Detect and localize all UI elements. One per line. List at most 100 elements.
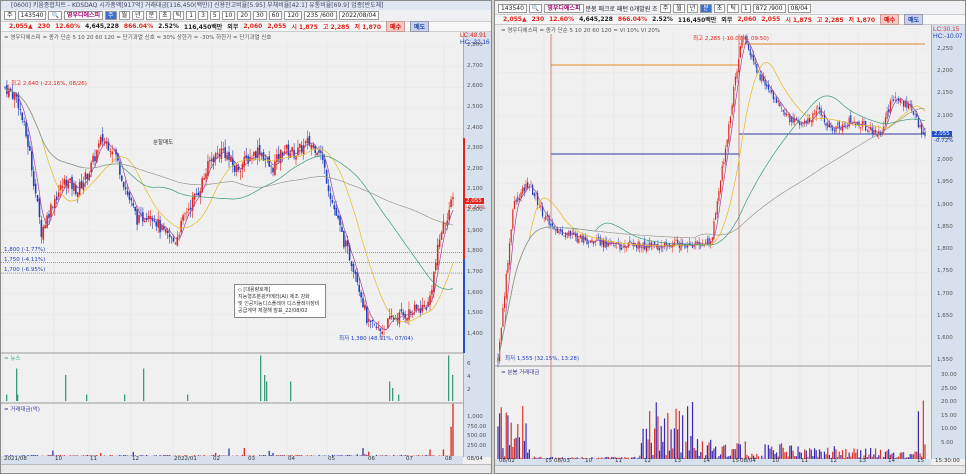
amount-bar [601, 457, 603, 459]
candle [161, 225, 163, 230]
amount-bar [874, 448, 877, 459]
candle [729, 116, 732, 124]
candle [226, 154, 228, 160]
candle [143, 220, 146, 222]
amount-bar [77, 455, 79, 456]
amount-bar [52, 450, 54, 456]
amount-bar [31, 454, 33, 456]
candle [700, 245, 702, 247]
candle [176, 236, 179, 246]
candle [855, 123, 857, 126]
date-tick: 07 [406, 456, 413, 462]
amount-bar [914, 451, 916, 459]
candle [379, 328, 382, 331]
amount-bar [301, 455, 303, 456]
candle [235, 165, 238, 172]
candle [59, 185, 62, 190]
news-note[interactable]: ◇ [대용량호재] 지능형초분광카메라(AI) 제조 강화 및 인공지능디스플레… [234, 284, 326, 318]
amount-bar [838, 451, 840, 459]
amount-bar [899, 452, 901, 459]
candle [209, 160, 211, 162]
candle [318, 150, 320, 153]
news-bar [6, 394, 8, 401]
candle [178, 235, 181, 237]
candle [894, 96, 896, 98]
amount-bar [789, 445, 791, 459]
amount-bar [124, 455, 127, 456]
candle [832, 127, 834, 131]
amount-bar [142, 455, 144, 456]
candle [52, 207, 54, 208]
y-tick: 1,500 [467, 310, 483, 317]
amount-bar [596, 458, 598, 459]
news-bar [392, 388, 394, 401]
candle [25, 122, 27, 137]
amount-bar [348, 455, 351, 456]
news-bar [452, 375, 454, 401]
y-tick: 1,900 [467, 227, 483, 234]
candle [335, 207, 338, 216]
amount-bar [140, 455, 142, 456]
candle [413, 304, 416, 311]
candle [304, 141, 307, 144]
candle [42, 226, 45, 240]
y-tick: 1,750 [937, 268, 953, 275]
amount-bar [673, 428, 676, 459]
daily-chart-svg[interactable] [1, 1, 492, 473]
amount-bar [710, 439, 712, 459]
horizontal-scrollbar[interactable] [1, 464, 491, 472]
amount-bar [690, 435, 692, 459]
candle [264, 158, 267, 160]
candle [873, 130, 875, 136]
candle [120, 175, 123, 181]
date-tick: 2021/08 [4, 456, 27, 462]
amount-bar [433, 455, 435, 456]
candle [907, 103, 910, 109]
amount-tick: 25.00 [941, 385, 957, 392]
candle [609, 242, 611, 244]
amount-bar [810, 449, 812, 459]
amount-bar [706, 445, 708, 459]
candle [344, 240, 347, 247]
candle [734, 76, 737, 86]
candle [360, 292, 362, 298]
amount-bar [657, 416, 659, 459]
amount-bar [306, 455, 309, 456]
level-1700: 1,700 (-6.95%) [4, 267, 46, 273]
candle [919, 124, 921, 128]
amount-bar [878, 455, 880, 459]
date-tick: 04 [288, 456, 295, 462]
amount-bar [505, 412, 507, 459]
candle [69, 178, 71, 181]
amount-bar [347, 454, 349, 456]
amount-bar [573, 457, 575, 459]
candle [32, 171, 35, 187]
candle [354, 271, 357, 275]
y-tick: 1,700 [937, 290, 953, 297]
amount-bar [827, 447, 829, 459]
amount-bar [86, 454, 89, 456]
date-tick: 03 [248, 456, 255, 462]
minute-chart-window: 143540 🔍 영우디에스피 분봉 매크로 패턴 0개발원 조 주 월 년 분… [494, 0, 966, 474]
candle [258, 144, 261, 155]
amount-bar [168, 455, 171, 456]
amount-bar [310, 455, 313, 456]
candle [563, 235, 565, 237]
candle [787, 114, 789, 115]
candle [764, 79, 766, 86]
candle [323, 159, 326, 168]
candle [825, 123, 827, 126]
horizontal-scrollbar[interactable] [495, 465, 965, 473]
amount-bar [715, 446, 717, 459]
candle [841, 124, 844, 132]
candle [833, 130, 835, 132]
amount-bar [627, 457, 629, 459]
candle [716, 201, 718, 215]
candle [230, 156, 232, 162]
minute-chart-svg[interactable] [495, 1, 965, 473]
candle [754, 61, 756, 65]
amount-bar [527, 452, 529, 459]
candle [98, 143, 100, 148]
y-tick: 1,600 [467, 289, 483, 296]
news-bar [187, 394, 189, 401]
